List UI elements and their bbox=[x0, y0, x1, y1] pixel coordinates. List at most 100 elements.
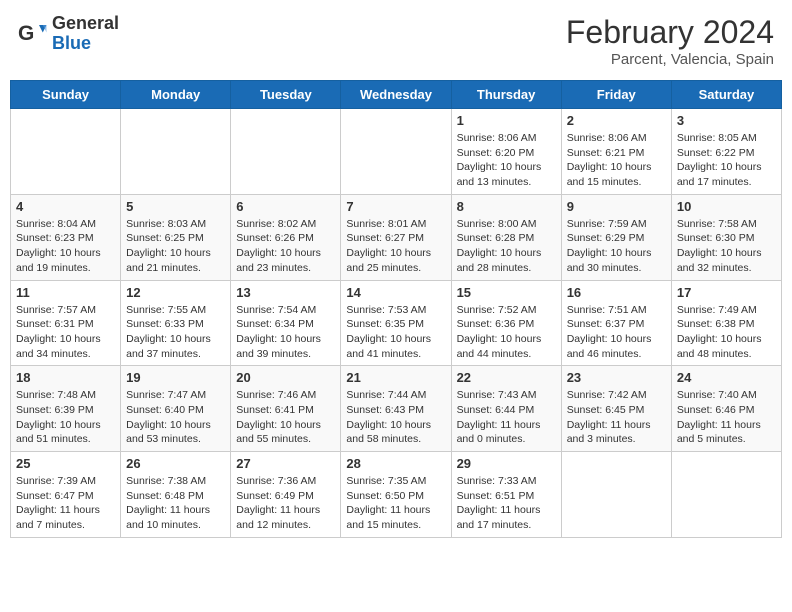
day-number: 11 bbox=[16, 285, 115, 300]
calendar-cell: 26 Sunrise: 7:38 AMSunset: 6:48 PMDayligh… bbox=[121, 452, 231, 538]
day-info: Sunrise: 7:52 AMSunset: 6:36 PMDaylight:… bbox=[457, 303, 556, 362]
day-number: 16 bbox=[567, 285, 666, 300]
calendar-cell bbox=[231, 109, 341, 195]
calendar-cell: 1 Sunrise: 8:06 AMSunset: 6:20 PMDaylight… bbox=[451, 109, 561, 195]
calendar-cell bbox=[561, 452, 671, 538]
day-number: 1 bbox=[457, 113, 556, 128]
calendar-cell: 4Sunrise: 8:04 AMSunset: 6:23 PMDaylight… bbox=[11, 194, 121, 280]
calendar-cell: 20 Sunrise: 7:46 AMSunset: 6:41 PMDayligh… bbox=[231, 366, 341, 452]
calendar-body: 1 Sunrise: 8:06 AMSunset: 6:20 PMDaylight… bbox=[11, 109, 782, 538]
calendar-cell: 6 Sunrise: 8:02 AMSunset: 6:26 PMDaylight… bbox=[231, 194, 341, 280]
calendar-cell bbox=[121, 109, 231, 195]
day-of-week-header: Saturday bbox=[671, 81, 781, 109]
calendar-cell: 29 Sunrise: 7:33 AMSunset: 6:51 PMDayligh… bbox=[451, 452, 561, 538]
calendar-cell: 25 Sunrise: 7:39 AMSunset: 6:47 PMDayligh… bbox=[11, 452, 121, 538]
calendar-cell: 9 Sunrise: 7:59 AMSunset: 6:29 PMDaylight… bbox=[561, 194, 671, 280]
day-number: 5 bbox=[126, 199, 225, 214]
day-number: 2 bbox=[567, 113, 666, 128]
day-number: 4 bbox=[16, 199, 115, 214]
day-info: Sunrise: 8:03 AMSunset: 6:25 PMDaylight:… bbox=[126, 217, 225, 276]
day-of-week-header: Wednesday bbox=[341, 81, 451, 109]
day-info: Sunrise: 7:51 AMSunset: 6:37 PMDaylight:… bbox=[567, 303, 666, 362]
calendar-cell: 5 Sunrise: 8:03 AMSunset: 6:25 PMDaylight… bbox=[121, 194, 231, 280]
month-year: February 2024 bbox=[566, 14, 774, 51]
logo-blue: Blue bbox=[52, 33, 91, 53]
logo: G General Blue bbox=[18, 14, 119, 54]
day-info: Sunrise: 7:36 AMSunset: 6:49 PMDaylight:… bbox=[236, 474, 335, 533]
day-info: Sunrise: 7:57 AMSunset: 6:31 PMDaylight:… bbox=[16, 303, 115, 362]
day-info: Sunrise: 7:48 AMSunset: 6:39 PMDaylight:… bbox=[16, 388, 115, 447]
calendar-cell: 22Sunrise: 7:43 AMSunset: 6:44 PMDayligh… bbox=[451, 366, 561, 452]
day-number: 28 bbox=[346, 456, 445, 471]
day-info: Sunrise: 8:05 AMSunset: 6:22 PMDaylight:… bbox=[677, 131, 776, 190]
calendar-cell: 27 Sunrise: 7:36 AMSunset: 6:49 PMDayligh… bbox=[231, 452, 341, 538]
calendar-cell: 15 Sunrise: 7:52 AMSunset: 6:36 PMDayligh… bbox=[451, 280, 561, 366]
day-of-week-header: Tuesday bbox=[231, 81, 341, 109]
day-info: Sunrise: 8:02 AMSunset: 6:26 PMDaylight:… bbox=[236, 217, 335, 276]
svg-text:G: G bbox=[18, 22, 34, 45]
day-number: 14 bbox=[346, 285, 445, 300]
day-number: 13 bbox=[236, 285, 335, 300]
day-info: Sunrise: 7:47 AMSunset: 6:40 PMDaylight:… bbox=[126, 388, 225, 447]
calendar-table: SundayMondayTuesdayWednesdayThursdayFrid… bbox=[10, 80, 782, 538]
day-info: Sunrise: 8:01 AMSunset: 6:27 PMDaylight:… bbox=[346, 217, 445, 276]
day-number: 6 bbox=[236, 199, 335, 214]
day-info: Sunrise: 7:39 AMSunset: 6:47 PMDaylight:… bbox=[16, 474, 115, 533]
calendar-cell: 16 Sunrise: 7:51 AMSunset: 6:37 PMDayligh… bbox=[561, 280, 671, 366]
day-info: Sunrise: 7:44 AMSunset: 6:43 PMDaylight:… bbox=[346, 388, 445, 447]
day-of-week-header: Sunday bbox=[11, 81, 121, 109]
day-number: 12 bbox=[126, 285, 225, 300]
day-info: Sunrise: 7:42 AMSunset: 6:45 PMDaylight:… bbox=[567, 388, 666, 447]
day-info: Sunrise: 7:46 AMSunset: 6:41 PMDaylight:… bbox=[236, 388, 335, 447]
calendar-cell bbox=[11, 109, 121, 195]
day-number: 23 bbox=[567, 370, 666, 385]
calendar-week-row: 18 Sunrise: 7:48 AMSunset: 6:39 PMDayligh… bbox=[11, 366, 782, 452]
day-number: 3 bbox=[677, 113, 776, 128]
calendar-cell bbox=[341, 109, 451, 195]
day-number: 17 bbox=[677, 285, 776, 300]
calendar-cell: 10Sunrise: 7:58 AMSunset: 6:30 PMDayligh… bbox=[671, 194, 781, 280]
calendar-week-row: 11 Sunrise: 7:57 AMSunset: 6:31 PMDayligh… bbox=[11, 280, 782, 366]
calendar-header: SundayMondayTuesdayWednesdayThursdayFrid… bbox=[11, 81, 782, 109]
day-info: Sunrise: 7:59 AMSunset: 6:29 PMDaylight:… bbox=[567, 217, 666, 276]
calendar-cell: 21 Sunrise: 7:44 AMSunset: 6:43 PMDayligh… bbox=[341, 366, 451, 452]
day-of-week-header: Monday bbox=[121, 81, 231, 109]
calendar-cell: 12 Sunrise: 7:55 AMSunset: 6:33 PMDayligh… bbox=[121, 280, 231, 366]
day-number: 10 bbox=[677, 199, 776, 214]
day-info: Sunrise: 7:54 AMSunset: 6:34 PMDaylight:… bbox=[236, 303, 335, 362]
calendar-cell: 7 Sunrise: 8:01 AMSunset: 6:27 PMDaylight… bbox=[341, 194, 451, 280]
day-number: 21 bbox=[346, 370, 445, 385]
day-number: 7 bbox=[346, 199, 445, 214]
calendar-cell: 24Sunrise: 7:40 AMSunset: 6:46 PMDayligh… bbox=[671, 366, 781, 452]
day-number: 27 bbox=[236, 456, 335, 471]
day-info: Sunrise: 7:40 AMSunset: 6:46 PMDaylight:… bbox=[677, 388, 776, 447]
calendar-cell: 13 Sunrise: 7:54 AMSunset: 6:34 PMDayligh… bbox=[231, 280, 341, 366]
day-number: 18 bbox=[16, 370, 115, 385]
calendar-cell: 18 Sunrise: 7:48 AMSunset: 6:39 PMDayligh… bbox=[11, 366, 121, 452]
calendar-cell bbox=[671, 452, 781, 538]
day-info: Sunrise: 7:38 AMSunset: 6:48 PMDaylight:… bbox=[126, 474, 225, 533]
day-info: Sunrise: 7:33 AMSunset: 6:51 PMDaylight:… bbox=[457, 474, 556, 533]
day-number: 15 bbox=[457, 285, 556, 300]
title-block: February 2024 Parcent, Valencia, Spain bbox=[566, 14, 774, 68]
day-number: 29 bbox=[457, 456, 556, 471]
day-number: 26 bbox=[126, 456, 225, 471]
calendar-week-row: 1 Sunrise: 8:06 AMSunset: 6:20 PMDaylight… bbox=[11, 109, 782, 195]
day-number: 8 bbox=[457, 199, 556, 214]
days-of-week-row: SundayMondayTuesdayWednesdayThursdayFrid… bbox=[11, 81, 782, 109]
logo-inner: G General Blue bbox=[18, 14, 119, 54]
day-info: Sunrise: 7:49 AMSunset: 6:38 PMDaylight:… bbox=[677, 303, 776, 362]
calendar-cell: 28Sunrise: 7:35 AMSunset: 6:50 PMDayligh… bbox=[341, 452, 451, 538]
day-info: Sunrise: 8:00 AMSunset: 6:28 PMDaylight:… bbox=[457, 217, 556, 276]
calendar-cell: 11 Sunrise: 7:57 AMSunset: 6:31 PMDayligh… bbox=[11, 280, 121, 366]
day-number: 25 bbox=[16, 456, 115, 471]
day-info: Sunrise: 8:06 AMSunset: 6:20 PMDaylight:… bbox=[457, 131, 556, 190]
calendar-cell: 23 Sunrise: 7:42 AMSunset: 6:45 PMDayligh… bbox=[561, 366, 671, 452]
day-number: 20 bbox=[236, 370, 335, 385]
logo-general: General bbox=[52, 13, 119, 33]
day-number: 9 bbox=[567, 199, 666, 214]
day-info: Sunrise: 7:55 AMSunset: 6:33 PMDaylight:… bbox=[126, 303, 225, 362]
location: Parcent, Valencia, Spain bbox=[566, 51, 774, 68]
page-header: G General Blue February 2024 Parcent, Va… bbox=[10, 10, 782, 72]
day-number: 22 bbox=[457, 370, 556, 385]
